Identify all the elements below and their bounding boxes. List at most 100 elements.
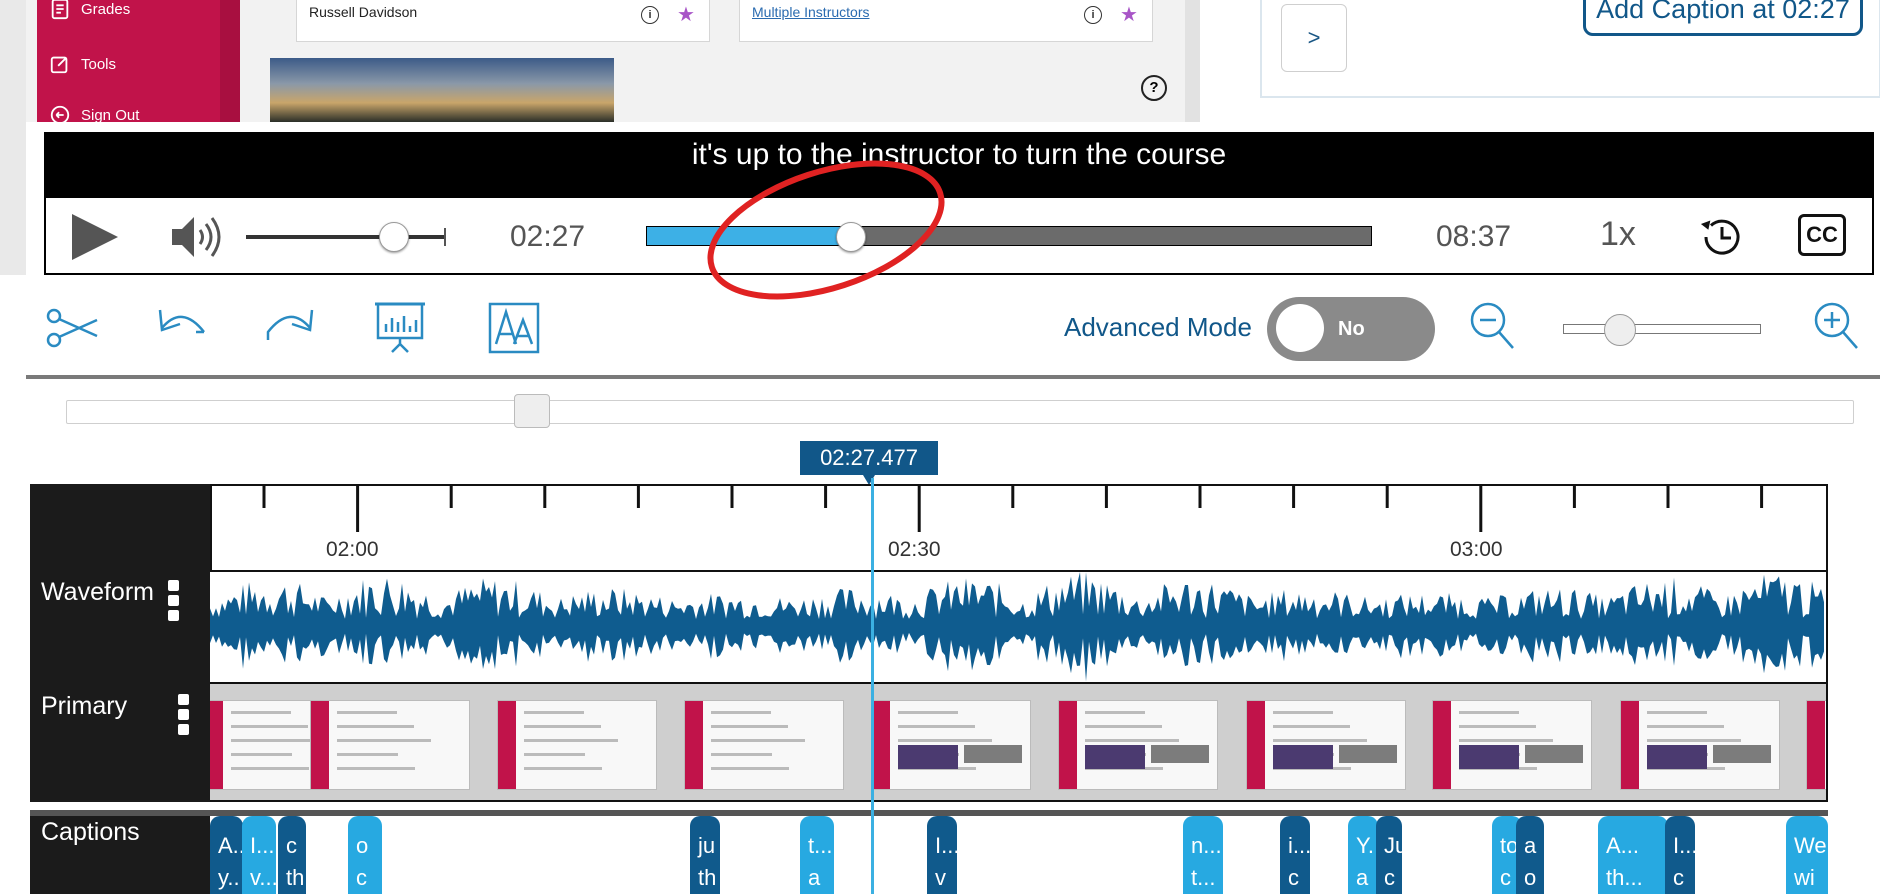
caption-block[interactable]: ju th	[690, 816, 720, 894]
caption-block[interactable]: t... a	[800, 816, 834, 894]
preview-scrollbar[interactable]	[1185, 0, 1200, 122]
video-thumbnail[interactable]	[1620, 700, 1780, 790]
thumbnail-text-line	[337, 739, 431, 742]
ruler-label-column	[30, 484, 210, 572]
thumbnail-sidebar	[311, 701, 329, 789]
subtitle-text: it's up to the instructor to turn the co…	[691, 138, 1227, 171]
sidebar-scrollbar[interactable]	[220, 0, 240, 122]
nav-item-tools[interactable]: Tools	[49, 53, 116, 75]
instructor-card: Russell Davidson i ★	[296, 0, 710, 42]
thumbnail-text-line	[1273, 739, 1367, 742]
track-label-waveform: Waveform	[41, 578, 154, 606]
history-icon[interactable]	[1696, 212, 1746, 262]
zoom-in-icon[interactable]	[1808, 298, 1864, 354]
caption-block[interactable]: A.. y..	[210, 816, 243, 894]
playhead-line[interactable]	[871, 478, 874, 894]
waveform-track-header: Waveform	[30, 572, 210, 684]
current-time: 02:27	[510, 220, 586, 253]
scissors-icon[interactable]	[44, 300, 100, 356]
playback-speed[interactable]: 1x	[1600, 215, 1636, 254]
presentation-icon[interactable]	[372, 298, 428, 354]
undo-icon[interactable]	[154, 298, 210, 354]
help-icon[interactable]: ?	[1141, 75, 1167, 101]
waveform-shape	[210, 572, 1824, 682]
primary-track[interactable]	[210, 684, 1828, 802]
volume-icon[interactable]	[170, 212, 222, 262]
video-thumbnail[interactable]	[871, 700, 1031, 790]
caption-block[interactable]: i... c	[1280, 816, 1310, 894]
caption-block[interactable]: We wi	[1786, 816, 1828, 894]
redo-icon[interactable]	[262, 298, 318, 354]
caption-block[interactable]: Ju c	[1376, 816, 1402, 894]
nav-item-sign-out[interactable]: Sign Out	[49, 104, 139, 126]
caption-block[interactable]: I... v...	[242, 816, 276, 894]
thumbnail-text-line	[524, 711, 584, 714]
instructor-link[interactable]: Multiple Instructors	[752, 4, 869, 20]
thumbnail-text-line	[1459, 739, 1553, 742]
seek-progress	[647, 227, 857, 245]
caption-block[interactable]: Y. a	[1348, 816, 1378, 894]
cc-button[interactable]: CC	[1798, 214, 1846, 256]
thumbnail-leader-image	[1339, 745, 1397, 763]
nav-item-grades[interactable]: Grades	[49, 0, 130, 20]
font-icon[interactable]	[488, 298, 544, 354]
thumbnail-text-line	[1459, 725, 1536, 728]
primary-track-header: Primary	[30, 684, 210, 802]
add-caption-button[interactable]: Add Caption at 02:27	[1583, 0, 1863, 36]
thumbnail-text-line	[898, 711, 958, 714]
video-thumbnail[interactable]	[684, 700, 844, 790]
video-thumbnail[interactable]	[497, 700, 657, 790]
caption-block[interactable]: o c	[348, 816, 382, 894]
caption-block[interactable]: A... th...	[1598, 816, 1668, 894]
thumbnail-sidebar	[210, 701, 223, 789]
video-thumbnail[interactable]	[1058, 700, 1218, 790]
video-thumbnail[interactable]	[1806, 700, 1826, 790]
video-thumbnail[interactable]	[1432, 700, 1592, 790]
info-icon[interactable]: i	[641, 6, 659, 24]
thumbnail-text-line	[337, 711, 397, 714]
primary-menu-icon[interactable]	[178, 694, 190, 739]
thumbnail-text-line	[524, 725, 601, 728]
waveform-track[interactable]	[210, 572, 1828, 684]
thumbnail-sidebar	[1059, 701, 1077, 789]
thumbnail-text-line	[337, 767, 415, 770]
seek-knob[interactable]	[836, 222, 866, 252]
video-thumbnail[interactable]	[1246, 700, 1406, 790]
captions-track-header: Captions	[30, 816, 210, 894]
timeline-scrollbar[interactable]	[66, 400, 1854, 424]
thumbnail-text-line	[711, 767, 789, 770]
thumbnail-text-line	[231, 753, 292, 756]
thumbnail-text-line	[1273, 725, 1350, 728]
captions-track[interactable]: A.. y..I... v...c th o c ju th t... a I... v…	[210, 816, 1828, 894]
thumbnail-text-line	[1647, 711, 1707, 714]
caption-block[interactable]: a o	[1516, 816, 1544, 894]
info-icon[interactable]: i	[1084, 6, 1102, 24]
sign-out-icon	[50, 105, 70, 125]
star-icon[interactable]: ★	[677, 2, 695, 27]
next-button[interactable]: >	[1281, 4, 1347, 72]
caption-block[interactable]: I... c	[1665, 816, 1695, 894]
toggle-knob[interactable]	[1276, 304, 1324, 352]
nav-item-label: Tools	[81, 55, 117, 73]
volume-knob[interactable]	[379, 222, 409, 252]
caption-block[interactable]: I... v	[927, 816, 957, 894]
caption-block[interactable]: c th	[278, 816, 306, 894]
zoom-out-icon[interactable]	[1464, 298, 1520, 354]
thumbnail-banner	[898, 745, 958, 769]
zoom-knob[interactable]	[1604, 314, 1636, 346]
video-thumbnail[interactable]	[310, 700, 470, 790]
volume-slider[interactable]	[246, 228, 446, 246]
star-icon[interactable]: ★	[1120, 2, 1138, 27]
play-icon[interactable]	[70, 212, 120, 262]
time-ruler[interactable]: 02:00 02:30 03:00	[210, 484, 1828, 572]
caption-block[interactable]: n... t...	[1183, 816, 1223, 894]
timeline-scroll-thumb[interactable]	[514, 394, 550, 428]
thumbnail-sidebar	[1621, 701, 1639, 789]
thumbnail-text-line	[337, 725, 414, 728]
thumbnail-text-line	[231, 711, 291, 714]
thumbnail-text-line	[1085, 711, 1145, 714]
zoom-slider[interactable]	[1563, 324, 1761, 334]
thumbnail-text-line	[711, 725, 788, 728]
thumbnail-leader-image	[1151, 745, 1209, 763]
waveform-menu-icon[interactable]	[168, 580, 180, 625]
